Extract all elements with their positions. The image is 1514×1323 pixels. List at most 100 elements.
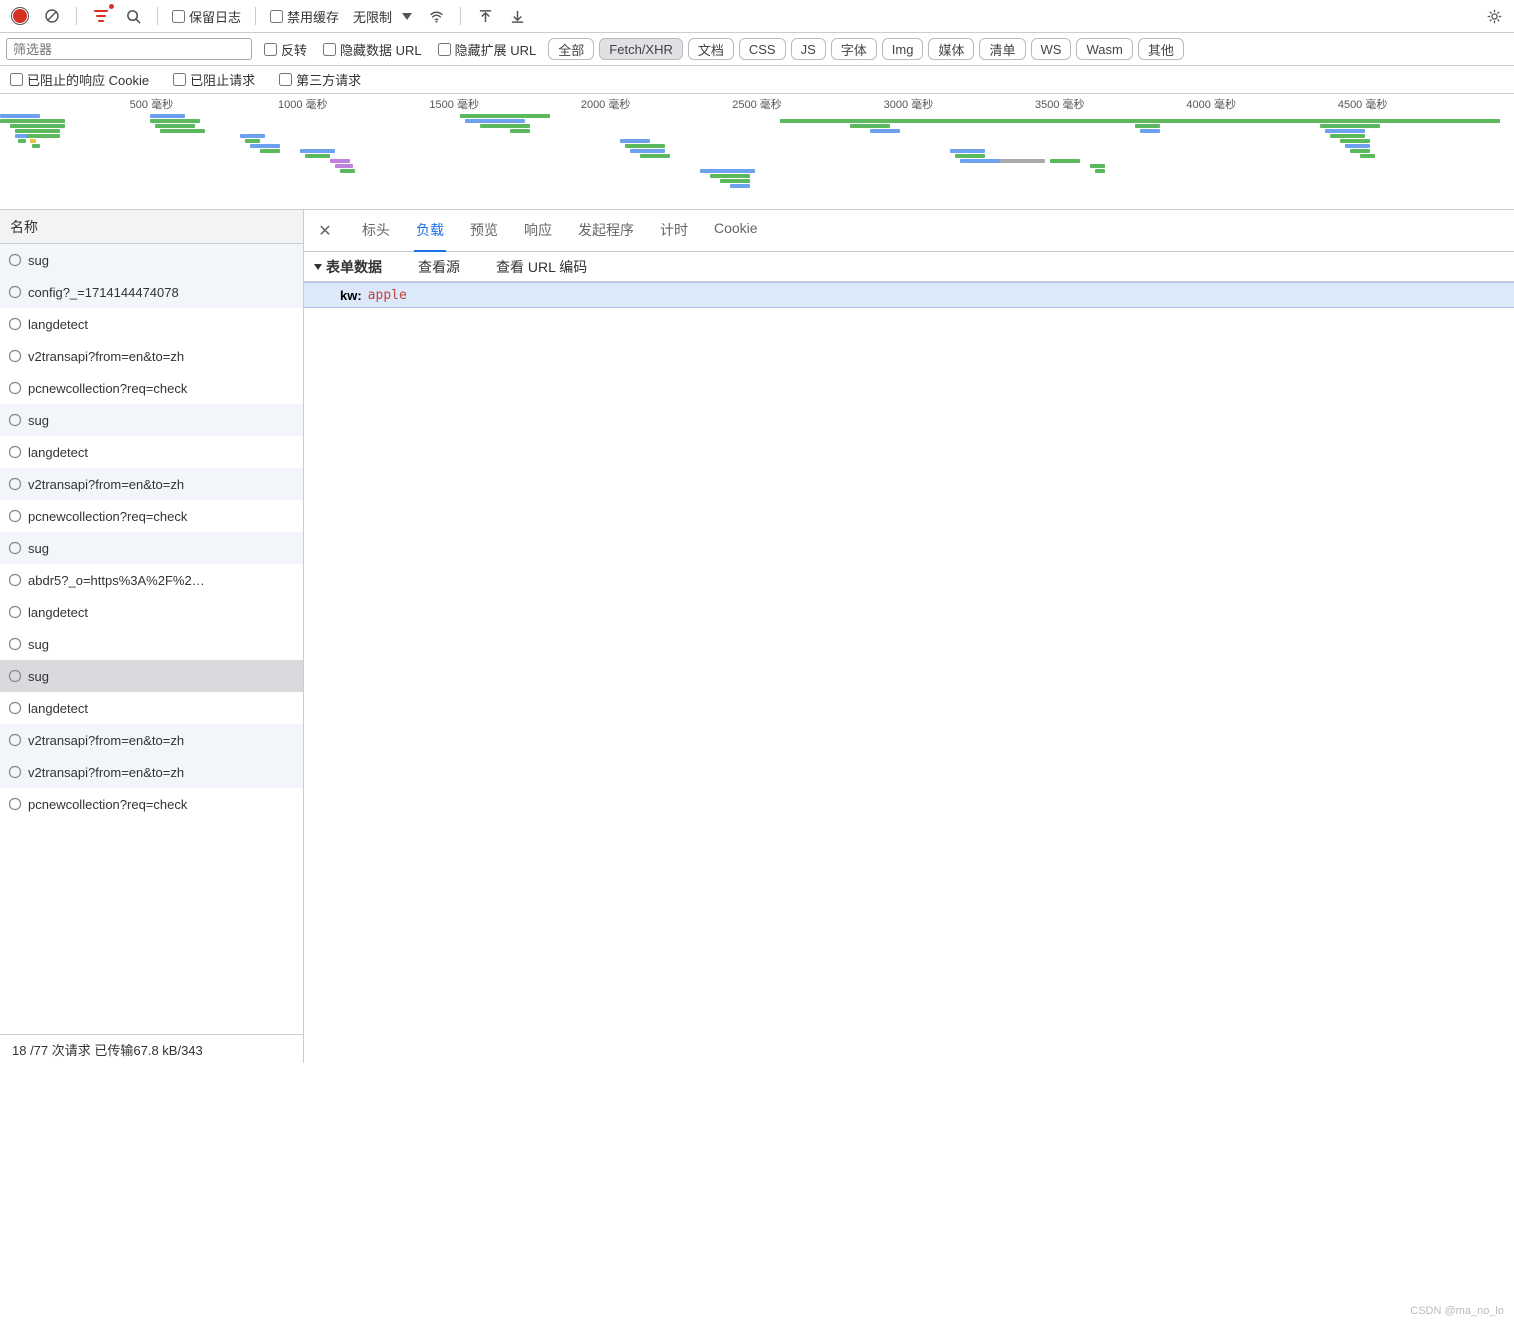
detail-panel: ✕ 标头负载预览响应发起程序计时 Cookie 表单数据 查看源 查看 URL 编… <box>304 210 1514 1063</box>
request-row[interactable]: v2transapi?from=en&to=zh <box>0 756 303 788</box>
type-filter-fetch/xhr[interactable]: Fetch/XHR <box>599 38 683 60</box>
request-row[interactable]: langdetect <box>0 596 303 628</box>
detail-tab-0[interactable]: 标头 <box>360 210 392 251</box>
watermark: CSDN @ma_no_lo <box>1410 1305 1504 1317</box>
type-filter-img[interactable]: Img <box>882 38 924 60</box>
hide-ext-url-checkbox[interactable]: 隐藏扩展 URL <box>434 40 541 59</box>
timeline-bar <box>640 154 670 158</box>
request-row[interactable]: langdetect <box>0 308 303 340</box>
view-url-encoded-link[interactable]: 查看 URL 编码 <box>496 257 587 277</box>
timeline-bar <box>15 134 27 138</box>
chevron-down-icon <box>402 13 412 20</box>
timeline-bar <box>1330 134 1365 138</box>
download-icon[interactable] <box>503 3 531 29</box>
timeline-bar <box>780 119 1500 123</box>
form-data-section[interactable]: 表单数据 <box>314 257 382 277</box>
search-icon[interactable] <box>119 3 147 29</box>
type-filter-ws[interactable]: WS <box>1031 38 1072 60</box>
main-toolbar: 保留日志 禁用缓存 无限制 <box>0 0 1514 33</box>
detail-tab-3[interactable]: 响应 <box>522 210 554 251</box>
divider <box>157 7 158 25</box>
payload-body: kw:apple <box>304 282 1514 1063</box>
timeline-bar <box>150 114 185 118</box>
timeline-tick: 500 毫秒 <box>130 96 173 112</box>
timeline-bar <box>300 149 335 153</box>
hide-data-url-checkbox[interactable]: 隐藏数据 URL <box>319 40 426 59</box>
divider <box>460 7 461 25</box>
timeline-bar <box>330 159 350 163</box>
network-conditions-icon[interactable] <box>422 3 450 29</box>
clear-button[interactable] <box>38 3 66 29</box>
request-row[interactable]: sug <box>0 628 303 660</box>
timeline-bar <box>305 154 330 158</box>
filter-toggle-icon[interactable] <box>87 3 115 29</box>
type-filter-文档[interactable]: 文档 <box>688 38 734 60</box>
timeline-bar <box>460 114 550 118</box>
request-row[interactable]: sug <box>0 532 303 564</box>
timeline-bar <box>720 179 750 183</box>
type-filter-其他[interactable]: 其他 <box>1138 38 1184 60</box>
timeline-tick: 4500 毫秒 <box>1338 96 1388 112</box>
request-name: pcnewcollection?req=check <box>28 381 187 396</box>
request-row[interactable]: pcnewcollection?req=check <box>0 788 303 820</box>
blocked-cookies-checkbox[interactable]: 已阻止的响应 Cookie <box>6 70 153 89</box>
request-row[interactable]: sug <box>0 404 303 436</box>
timeline-bar <box>1050 159 1080 163</box>
record-button[interactable] <box>6 3 34 29</box>
timeline-tick: 3500 毫秒 <box>1035 96 1085 112</box>
detail-tab-4[interactable]: 发起程序 <box>576 210 636 251</box>
timeline-overview[interactable]: 500 毫秒1000 毫秒1500 毫秒2000 毫秒2500 毫秒3000 毫… <box>0 94 1514 210</box>
type-filter-js[interactable]: JS <box>791 38 826 60</box>
timeline-bar <box>1350 149 1370 153</box>
request-row[interactable]: pcnewcollection?req=check <box>0 372 303 404</box>
type-filter-清单[interactable]: 清单 <box>979 38 1025 60</box>
timeline-bar <box>950 149 985 153</box>
request-name: v2transapi?from=en&to=zh <box>28 477 184 492</box>
detail-tab-2[interactable]: 预览 <box>468 210 500 251</box>
disable-cache-checkbox[interactable]: 禁用缓存 <box>266 7 343 26</box>
request-row[interactable]: abdr5?_o=https%3A%2F%2… <box>0 564 303 596</box>
timeline-bar <box>30 139 36 143</box>
throttling-select[interactable]: 无限制 <box>347 7 418 26</box>
blocked-requests-checkbox[interactable]: 已阻止请求 <box>169 70 259 89</box>
type-filter-媒体[interactable]: 媒体 <box>928 38 974 60</box>
third-party-checkbox[interactable]: 第三方请求 <box>275 70 365 89</box>
upload-icon[interactable] <box>471 3 499 29</box>
request-row[interactable]: v2transapi?from=en&to=zh <box>0 724 303 756</box>
request-name: langdetect <box>28 605 88 620</box>
invert-checkbox[interactable]: 反转 <box>260 40 311 59</box>
request-name: config?_=1714144474078 <box>28 285 179 300</box>
detail-tab-1[interactable]: 负载 <box>414 210 446 252</box>
blocked-requests-label: 已阻止请求 <box>190 70 255 89</box>
timeline-bar <box>260 149 280 153</box>
detail-tab-6[interactable]: Cookie <box>712 210 760 251</box>
request-row[interactable]: langdetect <box>0 692 303 724</box>
type-filter-css[interactable]: CSS <box>739 38 786 60</box>
timeline-bar <box>730 184 750 188</box>
type-filter-wasm[interactable]: Wasm <box>1076 38 1132 60</box>
view-source-link[interactable]: 查看源 <box>418 257 460 277</box>
type-filter-全部[interactable]: 全部 <box>548 38 594 60</box>
request-name: v2transapi?from=en&to=zh <box>28 765 184 780</box>
settings-gear-icon[interactable] <box>1480 3 1508 29</box>
filter-bar: 反转 隐藏数据 URL 隐藏扩展 URL 全部Fetch/XHR文档CSSJS字… <box>0 33 1514 66</box>
request-row[interactable]: langdetect <box>0 436 303 468</box>
timeline-bar <box>700 169 755 173</box>
filter-input[interactable] <box>6 38 252 60</box>
type-filter-字体[interactable]: 字体 <box>831 38 877 60</box>
timeline-bar <box>150 119 200 123</box>
payload-subtabs: 表单数据 查看源 查看 URL 编码 <box>304 252 1514 282</box>
request-name: langdetect <box>28 317 88 332</box>
request-row[interactable]: pcnewcollection?req=check <box>0 500 303 532</box>
close-detail-icon[interactable]: ✕ <box>312 221 338 241</box>
timeline-bar <box>160 129 205 133</box>
request-row[interactable]: v2transapi?from=en&to=zh <box>0 468 303 500</box>
request-row[interactable]: v2transapi?from=en&to=zh <box>0 340 303 372</box>
preserve-log-checkbox[interactable]: 保留日志 <box>168 7 245 26</box>
request-row[interactable]: config?_=1714144474078 <box>0 276 303 308</box>
request-row[interactable]: sug <box>0 660 303 692</box>
form-data-entry[interactable]: kw:apple <box>304 282 1514 308</box>
request-name: sug <box>28 253 49 268</box>
detail-tab-5[interactable]: 计时 <box>658 210 690 251</box>
request-row[interactable]: sug <box>0 244 303 276</box>
